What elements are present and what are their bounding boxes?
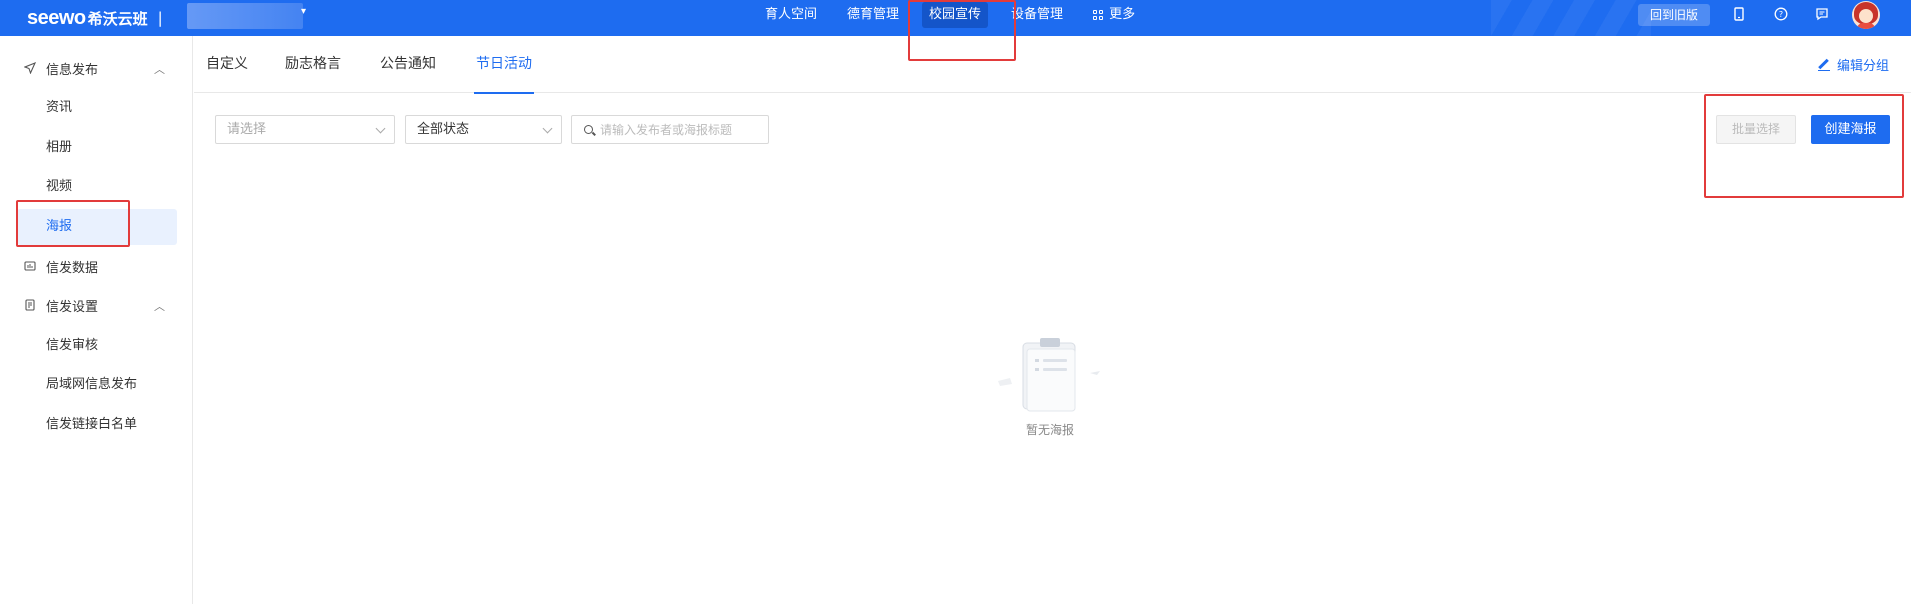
- search-input[interactable]: [600, 116, 765, 143]
- nav-item-campus-promotion[interactable]: 校园宣传: [922, 2, 989, 28]
- category-select[interactable]: 请选择: [215, 115, 395, 144]
- select-placeholder: 请选择: [227, 122, 267, 137]
- help-icon[interactable]: ?: [1773, 7, 1789, 23]
- sidebar-item-link-whitelist[interactable]: 信发链接白名单: [17, 407, 177, 443]
- sidebar-item-poster[interactable]: 海报: [17, 209, 177, 245]
- sidebar-item-lan-publish[interactable]: 局域网信息发布: [17, 367, 177, 403]
- nav-item-moral-management[interactable]: 德育管理: [840, 2, 906, 28]
- category-tabs: 自定义 励志格言 公告通知 节日活动: [194, 36, 1911, 94]
- annotation-box-actions: [1704, 94, 1904, 198]
- sidebar: 信息发布 ︿ 资讯 相册 视频 海报 信发数据 信发设置 ︿ 信发审核 局域网信…: [0, 36, 193, 604]
- app-logo[interactable]: seewo 希沃云班 |: [27, 4, 173, 32]
- search-box: [571, 115, 769, 144]
- sidebar-group-publish-data[interactable]: 信发数据: [0, 250, 193, 282]
- data-icon: [24, 260, 36, 272]
- sidebar-item-video[interactable]: 视频: [17, 169, 177, 205]
- nav-more-label: 更多: [1109, 7, 1136, 22]
- top-bar: seewo 希沃云班 | ▾ 育人空间 德育管理 校园宣传 设备管理 更多 回到…: [0, 0, 1911, 36]
- tablet-icon[interactable]: [1731, 7, 1747, 23]
- chevron-up-icon: ︿: [154, 63, 165, 76]
- user-avatar[interactable]: [1852, 1, 1880, 29]
- nav-item-education-space[interactable]: 育人空间: [758, 2, 824, 28]
- empty-state-text: 暂无海报: [1025, 423, 1074, 437]
- edit-group-button[interactable]: 编辑分组: [1818, 55, 1889, 74]
- batch-select-button[interactable]: 批量选择: [1716, 115, 1796, 144]
- logo-divider: |: [157, 9, 163, 27]
- send-icon: [23, 61, 37, 75]
- brand-name-cn: 希沃云班: [87, 9, 148, 28]
- sidebar-item-news[interactable]: 资讯: [17, 90, 177, 126]
- nav-item-device-management[interactable]: 设备管理: [1004, 2, 1070, 28]
- create-poster-button[interactable]: 创建海报: [1811, 115, 1890, 144]
- search-icon: [584, 125, 593, 134]
- message-icon[interactable]: [1814, 7, 1830, 23]
- back-to-old-version-button[interactable]: 回到旧版: [1638, 4, 1710, 26]
- nav-item-more[interactable]: 更多: [1086, 2, 1142, 28]
- status-select[interactable]: 全部状态: [405, 115, 562, 144]
- school-caret-icon[interactable]: ▾: [301, 6, 306, 17]
- grid-icon: [1093, 10, 1104, 20]
- header-decoration: [1491, 0, 1651, 36]
- sidebar-group-info-publish[interactable]: 信息发布 ︿: [0, 52, 193, 84]
- pencil-icon: [1818, 59, 1830, 71]
- select-value: 全部状态: [417, 122, 470, 137]
- svg-text:?: ?: [1779, 10, 1783, 19]
- tab-announcement[interactable]: 公告通知: [380, 36, 436, 93]
- sidebar-group-label: 信发数据: [46, 260, 99, 276]
- sidebar-item-publish-review[interactable]: 信发审核: [17, 328, 177, 364]
- tab-festival-activity[interactable]: 节日活动: [474, 36, 534, 94]
- settings-doc-icon: [24, 299, 36, 311]
- chevron-up-icon: ︿: [154, 300, 165, 313]
- chevron-down-icon: [375, 123, 386, 134]
- sidebar-group-publish-settings[interactable]: 信发设置 ︿: [0, 289, 193, 321]
- school-name-redacted[interactable]: [187, 3, 303, 29]
- edit-group-label: 编辑分组: [1837, 59, 1890, 74]
- sidebar-group-label: 信息发布: [46, 62, 99, 78]
- sidebar-item-album[interactable]: 相册: [17, 130, 177, 166]
- tab-custom[interactable]: 自定义: [206, 36, 248, 93]
- empty-clipboard-icon: [995, 335, 1105, 415]
- sidebar-group-label: 信发设置: [46, 299, 99, 315]
- tab-motto[interactable]: 励志格言: [285, 36, 341, 93]
- top-nav: 育人空间 德育管理 校园宣传 设备管理 更多: [750, 0, 1150, 30]
- brand-name: seewo: [27, 6, 86, 29]
- chevron-down-icon: [542, 123, 553, 134]
